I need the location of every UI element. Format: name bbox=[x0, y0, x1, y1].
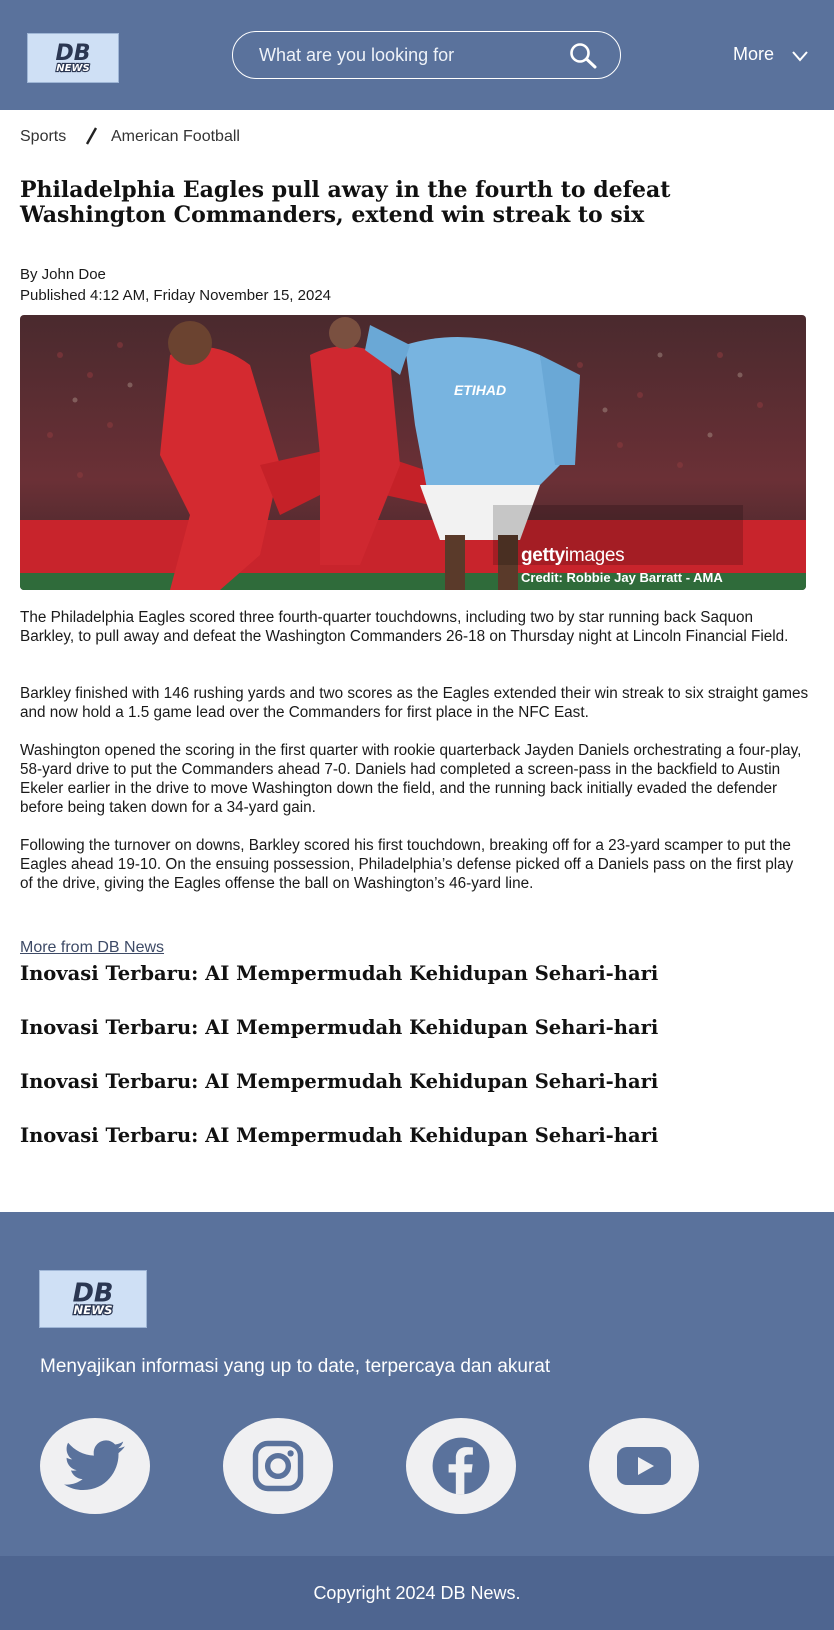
article-paragraph: Following the turnover on downs, Barkley… bbox=[20, 837, 794, 892]
search-box[interactable]: What are you looking for bbox=[232, 31, 621, 79]
image-credit-overlay: gettyimages Credit: Robbie Jay Barratt -… bbox=[501, 541, 739, 589]
article-byline: By John Doe Published 4:12 AM, Friday No… bbox=[20, 264, 331, 306]
instagram-icon bbox=[252, 1440, 304, 1492]
search-input[interactable]: What are you looking for bbox=[259, 45, 454, 66]
db-news-logo-icon: DB NEWS bbox=[45, 41, 101, 75]
related-article-link[interactable]: Inovasi Terbaru: AI Mempermudah Kehidupa… bbox=[20, 1016, 658, 1039]
footer-tagline: Menyajikan informasi yang up to date, te… bbox=[40, 1356, 551, 1377]
instagram-link[interactable] bbox=[223, 1418, 333, 1514]
chevron-down-icon[interactable] bbox=[791, 49, 809, 63]
db-news-logo-icon: DB NEWS bbox=[60, 1278, 126, 1318]
more-from-db-news-link[interactable]: More from DB News bbox=[20, 939, 164, 957]
more-menu-button[interactable]: More bbox=[733, 44, 774, 65]
svg-text:ETIHAD: ETIHAD bbox=[454, 382, 506, 398]
breadcrumb-sports[interactable]: Sports bbox=[20, 128, 66, 146]
search-icon[interactable] bbox=[568, 42, 598, 70]
breadcrumb-separator-icon bbox=[85, 127, 98, 145]
article-paragraph: Washington opened the scoring in the fir… bbox=[20, 742, 802, 816]
footer-logo[interactable]: DB NEWS bbox=[39, 1270, 147, 1328]
article-paragraph: Barkley finished with 146 rushing yards … bbox=[20, 685, 809, 721]
site-logo[interactable]: DB NEWS bbox=[27, 33, 119, 83]
facebook-icon bbox=[432, 1437, 490, 1495]
article-author: By John Doe bbox=[20, 266, 106, 283]
youtube-icon bbox=[617, 1447, 671, 1485]
related-article-link[interactable]: Inovasi Terbaru: AI Mempermudah Kehidupa… bbox=[20, 1070, 658, 1093]
youtube-link[interactable] bbox=[589, 1418, 699, 1514]
image-credit: Credit: Robbie Jay Barratt - AMA bbox=[521, 570, 723, 585]
facebook-link[interactable] bbox=[406, 1418, 516, 1514]
related-article-link[interactable]: Inovasi Terbaru: AI Mempermudah Kehidupa… bbox=[20, 1124, 658, 1147]
article-published-date: Published 4:12 AM, Friday November 15, 2… bbox=[20, 287, 332, 304]
copyright-text: Copyright 2024 DB News. bbox=[313, 1583, 521, 1603]
article-title: Philadelphia Eagles pull away in the fou… bbox=[20, 177, 671, 228]
article-paragraph: The Philadelphia Eagles scored three fou… bbox=[20, 609, 789, 645]
svg-text:NEWS: NEWS bbox=[74, 1303, 113, 1317]
twitter-link[interactable] bbox=[40, 1418, 150, 1514]
article-hero-image: ETIHAD gettyimages Credit: Robbie Jay Ba… bbox=[20, 315, 806, 590]
getty-watermark: gettyimages bbox=[521, 545, 625, 566]
twitter-icon bbox=[64, 1440, 125, 1491]
related-article-link[interactable]: Inovasi Terbaru: AI Mempermudah Kehidupa… bbox=[20, 962, 658, 985]
svg-text:NEWS: NEWS bbox=[56, 63, 89, 74]
breadcrumb-american-football[interactable]: American Football bbox=[111, 128, 240, 146]
